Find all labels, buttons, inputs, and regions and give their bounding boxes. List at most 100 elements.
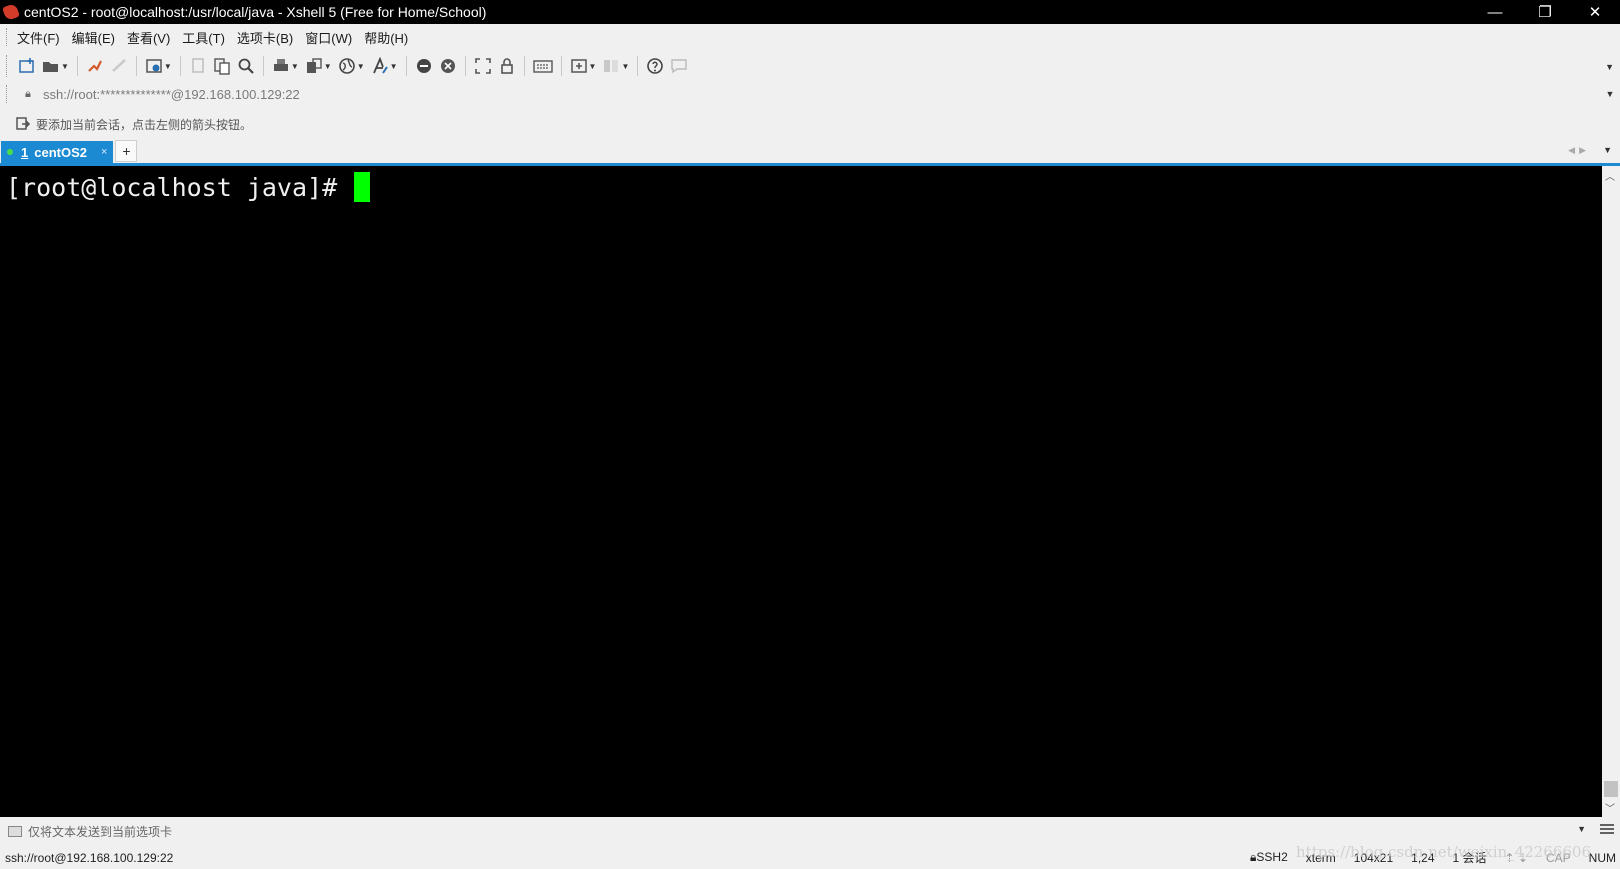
new-tab-button[interactable]: ▼ — [567, 53, 600, 79]
disconnect-button[interactable] — [107, 53, 131, 79]
csdn-watermark: https://blog.csdn.net/weixin_42266606 — [1296, 843, 1592, 861]
toolbar-separator — [464, 56, 466, 76]
status-connection: ssh://root@192.168.100.129:22 — [5, 850, 174, 865]
help-button[interactable] — [643, 53, 667, 79]
menu-help[interactable]: 帮助(H) — [364, 26, 408, 49]
session-hint-text: 要添加当前会话，点击左侧的箭头按钮。 — [36, 117, 253, 132]
new-session-icon — [19, 58, 34, 73]
fullscreen-icon — [474, 58, 491, 74]
chevron-down-icon: ▼ — [290, 61, 299, 71]
font-icon — [372, 57, 388, 74]
keyboard-button[interactable] — [530, 53, 556, 79]
toolbar-separator — [179, 56, 181, 76]
menu-tab[interactable]: 选项卡(B) — [237, 26, 293, 49]
tab-close-icon[interactable]: × — [101, 146, 107, 158]
toolbar-overflow-icon[interactable]: ▼ — [1605, 62, 1614, 72]
menubar-grip[interactable] — [6, 28, 9, 46]
xftp-button[interactable] — [412, 53, 436, 79]
new-session-button[interactable] — [15, 53, 39, 79]
open-session-button[interactable]: ▼ — [39, 53, 72, 79]
session-hint-bar: 要添加当前会话，点击左侧的箭头按钮。 — [0, 112, 1620, 136]
scrollbar-thumb[interactable] — [1604, 781, 1618, 797]
lock-icon: 🔒︎ — [25, 87, 31, 100]
terminal-prompt: [root@localhost java]# — [6, 172, 353, 202]
add-tab-button[interactable]: + — [115, 140, 138, 162]
menu-view[interactable]: 查看(V) — [127, 26, 170, 49]
chevron-down-icon: ▼ — [621, 61, 630, 71]
terminal-scrollbar[interactable]: ︿ ﹀ — [1602, 166, 1620, 817]
chevron-down-icon: ▼ — [356, 61, 365, 71]
xshell-logo-icon — [2, 3, 20, 21]
xftp-icon — [416, 59, 431, 73]
title-bar: centOS2 - root@localhost:/usr/local/java… — [0, 0, 1620, 24]
disconnect-icon — [112, 59, 126, 72]
font-button[interactable]: ▼ — [368, 53, 401, 79]
scroll-up-icon[interactable]: ︿ — [1605, 168, 1615, 183]
keyboard-icon — [532, 60, 553, 73]
terminal-area[interactable]: [root@localhost java]# — [0, 166, 1602, 817]
close-button[interactable]: ✕ — [1570, 0, 1620, 24]
transfer-button[interactable]: ▼ — [302, 53, 335, 79]
find-button[interactable] — [234, 53, 258, 79]
menu-file[interactable]: 文件(F) — [17, 26, 60, 49]
add-tab-icon — [570, 59, 587, 73]
connected-status-icon — [7, 149, 13, 155]
fullscreen-button[interactable] — [471, 53, 495, 79]
tab-bar: 1 centOS2 × + ◀▶ ▼ — [0, 140, 1620, 166]
lock-icon — [500, 58, 513, 74]
toolbar-separator — [637, 56, 639, 76]
reconnect-icon — [88, 60, 102, 72]
paste-button[interactable] — [210, 53, 234, 79]
chat-button[interactable] — [667, 53, 691, 79]
toolbar-grip[interactable] — [6, 55, 9, 77]
copy-button[interactable] — [186, 53, 210, 79]
compose-icon — [8, 825, 22, 837]
help-icon — [647, 58, 664, 74]
tab-number: 1 — [21, 144, 29, 160]
menu-tools[interactable]: 工具(T) — [182, 26, 225, 49]
minimize-button[interactable]: — — [1470, 0, 1520, 24]
chevron-down-icon: ▼ — [61, 61, 69, 71]
layout-button[interactable]: ▼ — [599, 53, 632, 79]
tab-centos2[interactable]: 1 centOS2 × — [1, 141, 114, 163]
search-icon — [238, 58, 254, 74]
status-num: NUM — [1588, 850, 1616, 865]
menu-window[interactable]: 窗口(W) — [305, 26, 352, 49]
toolbar-separator — [523, 56, 525, 76]
addressbar-grip[interactable] — [6, 85, 9, 103]
lock-button[interactable] — [495, 53, 519, 79]
tab-scroll-arrows-icon[interactable]: ◀▶ — [1568, 145, 1590, 156]
status-protocol: 🔒︎SSH2 — [1250, 850, 1288, 864]
xmanager-button[interactable] — [436, 53, 460, 79]
encoding-button[interactable]: ▼ — [335, 53, 368, 79]
print-button[interactable]: ▼ — [269, 53, 302, 79]
globe-icon — [338, 58, 355, 74]
reconnect-button[interactable] — [83, 53, 107, 79]
layout-icon — [604, 60, 619, 72]
paste-icon — [214, 58, 230, 75]
gear-icon — [146, 59, 162, 73]
compose-input[interactable]: 仅将文本发送到当前选项卡 — [28, 823, 172, 840]
tab-list-dropdown-icon[interactable]: ▼ — [1603, 145, 1612, 155]
scroll-down-icon[interactable]: ﹀ — [1605, 800, 1615, 815]
file-transfer-icon — [306, 58, 322, 73]
toolbar-separator — [405, 56, 407, 76]
menu-bar: 文件(F) 编辑(E) 查看(V) 工具(T) 选项卡(B) 窗口(W) 帮助(… — [0, 24, 1620, 50]
toolbar-separator — [560, 56, 562, 76]
copy-icon — [192, 58, 204, 73]
restore-button[interactable]: ❐ — [1520, 0, 1570, 24]
compose-menu-icon[interactable] — [1600, 823, 1614, 838]
properties-button[interactable]: ▼ — [142, 53, 175, 79]
add-session-arrow-icon[interactable] — [16, 116, 31, 133]
address-bar: 🔒︎ ssh://root:**************@192.168.100… — [0, 82, 1620, 106]
send-target-dropdown-icon[interactable]: ▼ — [1577, 824, 1586, 834]
toolbar: ▼ ▼ ▼ ▼ ▼ ▼ ▼ ▼ — [0, 50, 1620, 82]
chevron-down-icon: ▼ — [588, 61, 597, 71]
address-dropdown-icon[interactable]: ▼ — [1600, 89, 1620, 99]
address-field[interactable]: 🔒︎ ssh://root:**************@192.168.100… — [15, 83, 1596, 105]
toolbar-separator — [135, 56, 137, 76]
terminal-prompt-line: [root@localhost java]# — [6, 172, 371, 202]
menu-edit[interactable]: 编辑(E) — [72, 26, 115, 49]
address-value: ssh://root:**************@192.168.100.12… — [43, 86, 300, 102]
compose-bar: 仅将文本发送到当前选项卡 ▼ — [0, 818, 1620, 844]
